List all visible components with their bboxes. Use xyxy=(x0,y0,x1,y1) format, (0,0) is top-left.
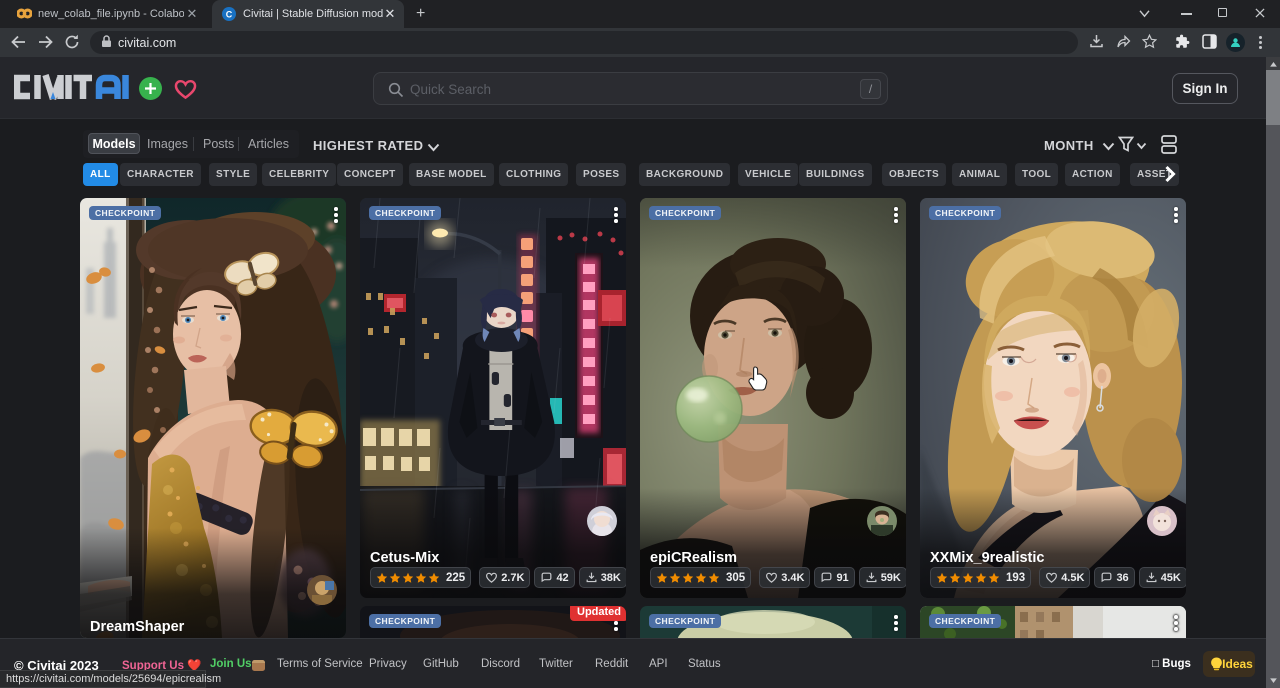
svg-text:C: C xyxy=(226,10,233,20)
